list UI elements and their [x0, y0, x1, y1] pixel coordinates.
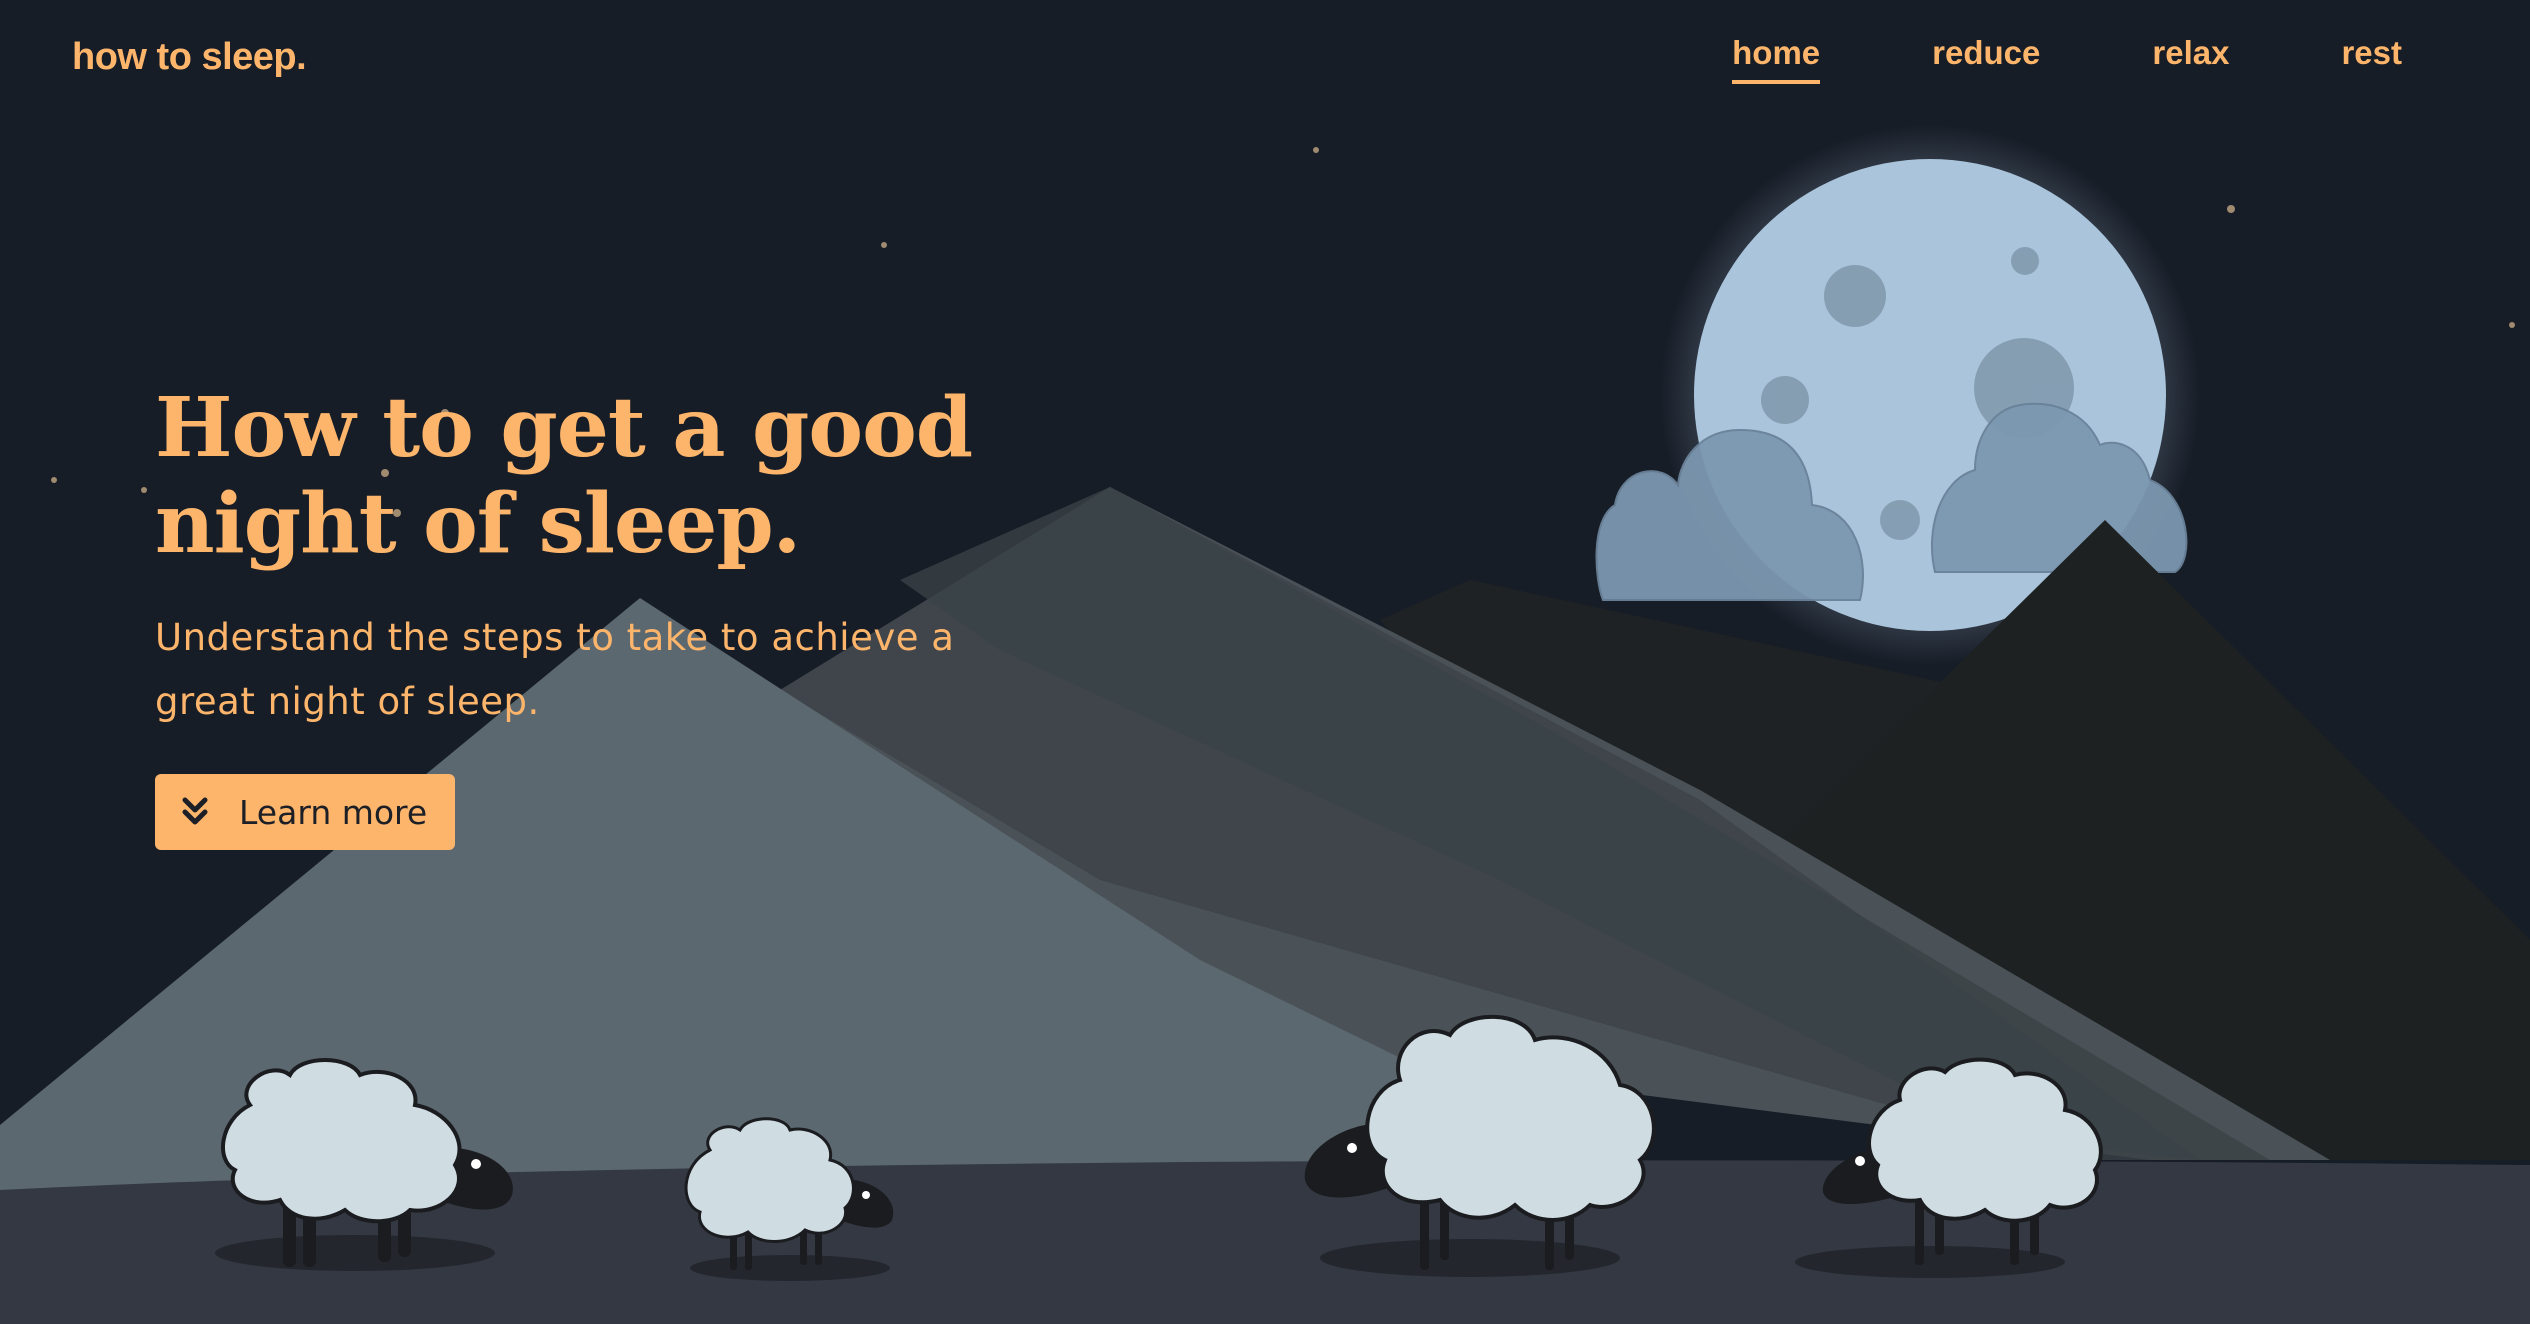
hero-title-line-2: night of sleep. [155, 476, 801, 572]
hero-title-line-1: How to get a good [155, 380, 973, 476]
hero-subtitle-line-2: great night of sleep. [155, 680, 540, 723]
site-logo[interactable]: how to sleep. [72, 36, 307, 79]
site-header: how to sleep. home reduce relax rest [0, 0, 2530, 120]
nav-home[interactable]: home [1732, 34, 1821, 84]
hero-subtitle-line-1: Understand the steps to take to achieve … [155, 616, 955, 659]
hero-section: How to get a good night of sleep. Unders… [155, 380, 1055, 850]
nav-rest[interactable]: rest [2341, 34, 2402, 84]
learn-more-button[interactable]: Learn more [155, 774, 456, 850]
nav-relax[interactable]: relax [2152, 34, 2229, 84]
double-chevron-down-icon [177, 794, 213, 830]
nav-reduce[interactable]: reduce [1932, 34, 2040, 84]
hero-title: How to get a good night of sleep. [155, 380, 1055, 572]
learn-more-label: Learn more [239, 792, 428, 832]
hero-subtitle: Understand the steps to take to achieve … [155, 606, 1015, 734]
main-nav: home reduce relax rest [1620, 34, 2402, 84]
